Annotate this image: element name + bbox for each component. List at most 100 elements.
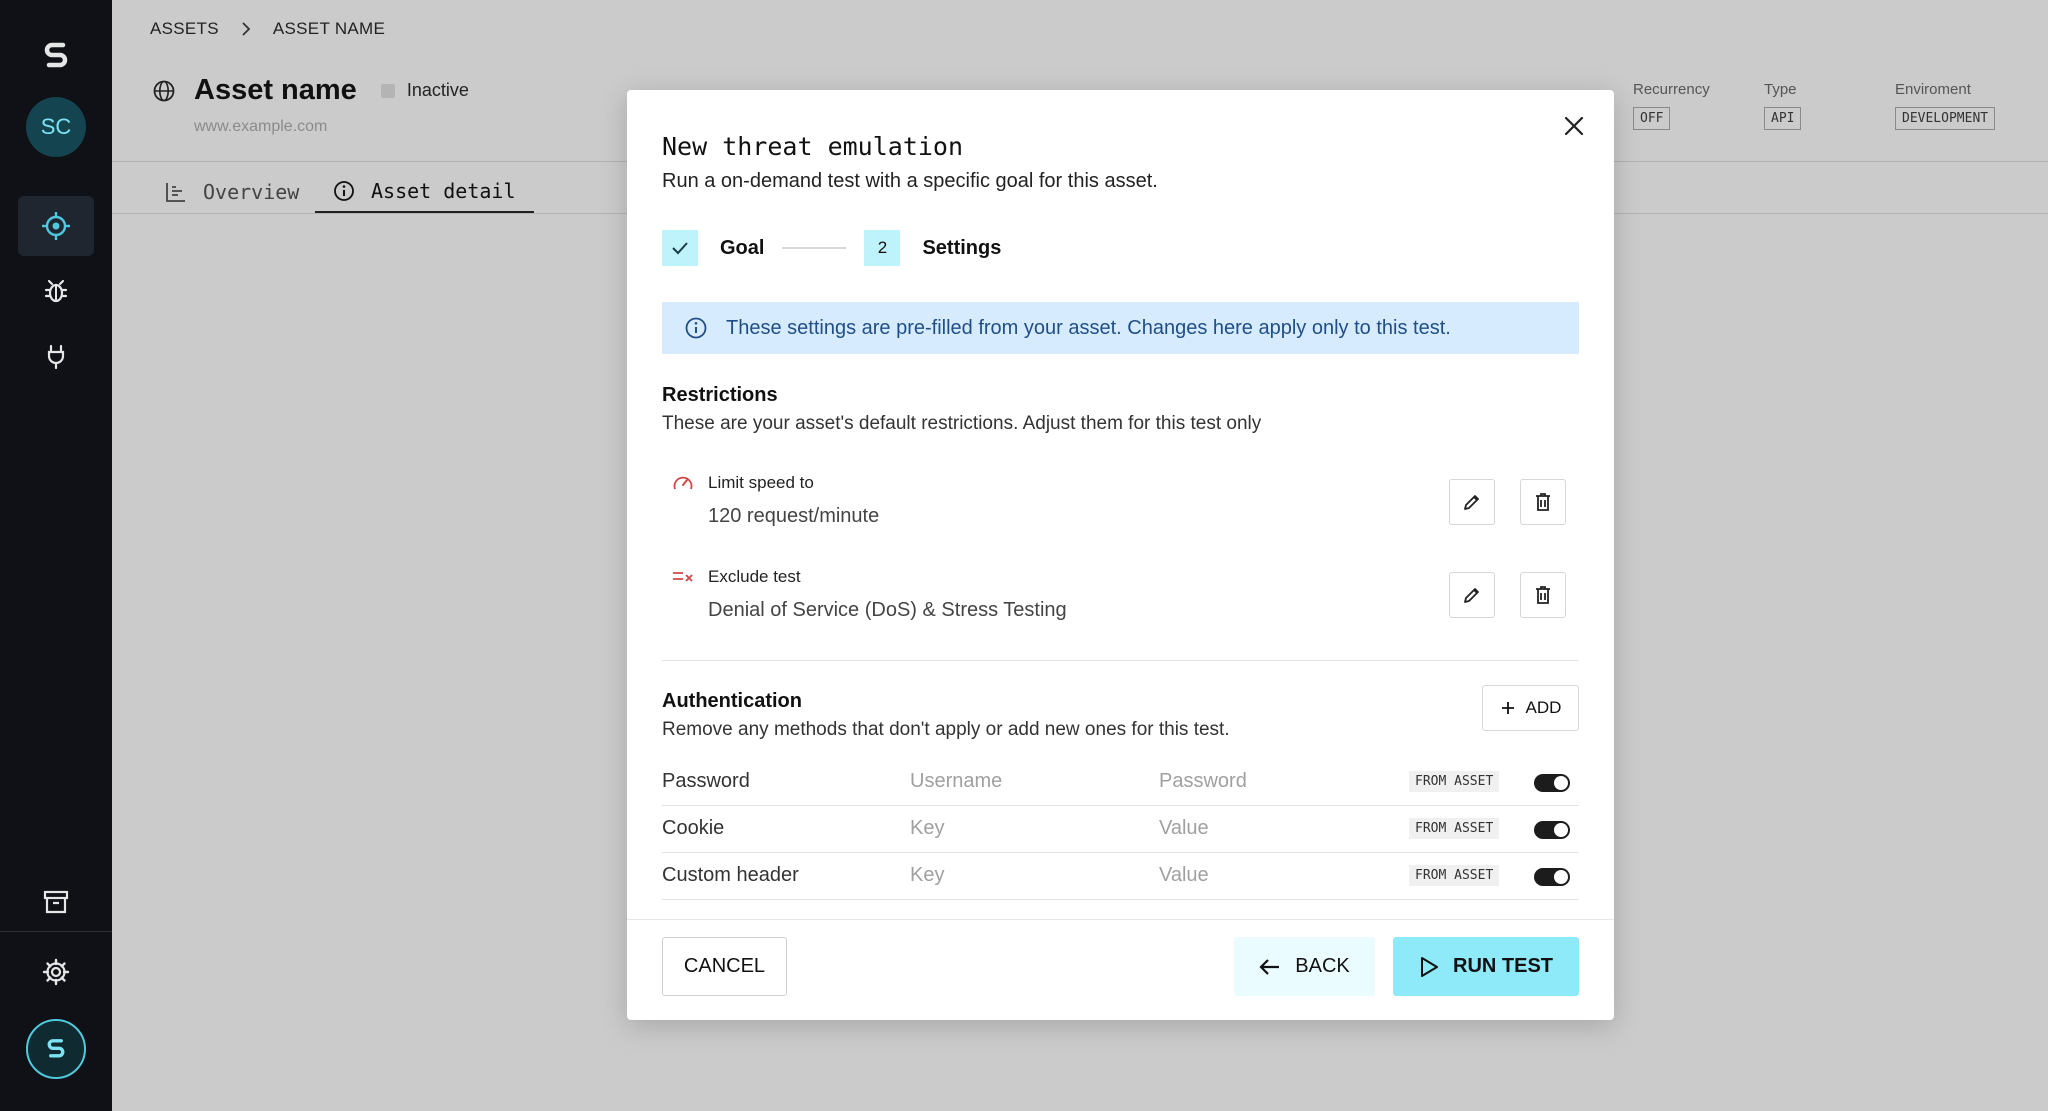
workspace-logo[interactable] xyxy=(26,1019,86,1079)
auth-toggle[interactable] xyxy=(1534,868,1570,886)
info-banner: These settings are pre-filled from your … xyxy=(662,302,1579,354)
plus-icon xyxy=(1501,702,1514,714)
globe-icon xyxy=(153,80,175,101)
auth-method: Cookie xyxy=(662,817,725,839)
trash-icon xyxy=(1536,493,1550,511)
meta-value: OFF xyxy=(1633,107,1671,130)
restriction-label: Limit speed to xyxy=(708,473,814,492)
add-auth-button[interactable]: ADD xyxy=(1482,685,1579,731)
meta-label: Enviroment xyxy=(1895,81,1971,98)
auth-field-1[interactable]: Key xyxy=(910,817,944,840)
restriction-value: 120 request/minute xyxy=(708,505,880,527)
back-label: BACK xyxy=(1295,955,1350,977)
step-goal-indicator[interactable] xyxy=(662,230,698,266)
authentication-title: Authentication xyxy=(662,690,802,712)
auth-toggle[interactable] xyxy=(1534,821,1570,839)
archive-icon xyxy=(43,890,69,914)
meta-label: Recurrency xyxy=(1633,81,1710,98)
close-icon xyxy=(1564,116,1584,136)
step-connector xyxy=(782,247,847,249)
plug-icon xyxy=(47,344,65,369)
run-test-label: RUN TEST xyxy=(1453,955,1553,977)
delete-speed-button[interactable] xyxy=(1520,479,1566,525)
bar-chart-icon xyxy=(166,183,185,202)
tab-label: Overview xyxy=(203,180,300,204)
footer-divider xyxy=(627,919,1614,920)
delete-exclusion-button[interactable] xyxy=(1520,572,1566,618)
meta-value: DEVELOPMENT xyxy=(1895,107,1996,130)
tab-asset-detail[interactable]: Asset detail xyxy=(315,170,534,214)
authentication-subtitle: Remove any methods that don't apply or a… xyxy=(662,719,1230,740)
asset-url: www.example.com xyxy=(194,118,328,135)
meta-type: Type API xyxy=(1764,81,1802,130)
target-icon xyxy=(42,212,70,240)
step-settings-label: Settings xyxy=(922,236,1002,259)
info-banner-text: These settings are pre-filled from your … xyxy=(726,316,1451,339)
meta-environment: Enviroment DEVELOPMENT xyxy=(1895,81,1996,130)
sidebar-item-targets[interactable] xyxy=(18,196,94,256)
cancel-button[interactable]: CANCEL xyxy=(662,937,787,996)
section-divider xyxy=(662,660,1579,661)
breadcrumb-item-assets[interactable]: ASSETS xyxy=(150,19,219,39)
bug-icon xyxy=(44,279,68,303)
auth-field-1[interactable]: Key xyxy=(910,864,944,887)
stepper: Goal 2 Settings xyxy=(662,230,1001,266)
meta-recurrency: Recurrency OFF xyxy=(1633,81,1710,130)
auth-toggle[interactable] xyxy=(1534,774,1570,792)
sidebar-item-settings[interactable] xyxy=(18,942,94,1002)
restriction-exclude-test: Exclude test Denial of Service (DoS) & S… xyxy=(672,567,1572,637)
sidebar-item-archive[interactable] xyxy=(18,872,94,932)
brand-logo-icon[interactable] xyxy=(36,36,76,76)
auth-field-2[interactable]: Value xyxy=(1159,864,1209,887)
pencil-icon xyxy=(1464,588,1479,603)
sidebar: SC xyxy=(0,0,112,1111)
edit-speed-button[interactable] xyxy=(1449,479,1495,525)
pencil-icon xyxy=(1464,495,1479,510)
info-icon xyxy=(334,180,354,201)
asset-header: Asset name Inactive xyxy=(152,74,469,107)
gear-icon xyxy=(42,958,70,986)
trash-icon xyxy=(1536,586,1550,604)
auth-method: Password xyxy=(662,770,750,792)
auth-row-custom-header: Custom header Key Value FROM ASSET xyxy=(662,853,1579,900)
modal-title: New threat emulation xyxy=(662,132,964,161)
add-auth-label: ADD xyxy=(1525,698,1562,717)
close-button[interactable] xyxy=(1556,108,1592,144)
info-icon xyxy=(685,317,707,339)
play-icon xyxy=(1421,956,1438,977)
brand-logo-icon xyxy=(47,1039,65,1058)
tab-label: Asset detail xyxy=(371,178,516,203)
restriction-label: Exclude test xyxy=(708,567,801,586)
sidebar-item-vulnerabilities[interactable] xyxy=(18,261,94,321)
from-asset-badge: FROM ASSET xyxy=(1409,865,1500,886)
sidebar-item-integrations[interactable] xyxy=(18,326,94,386)
modal-subtitle: Run a on-demand test with a specific goa… xyxy=(662,170,1158,192)
tab-overview[interactable]: Overview xyxy=(165,170,299,214)
meta-value: API xyxy=(1764,107,1802,130)
auth-row-cookie: Cookie Key Value FROM ASSET xyxy=(662,806,1579,853)
restrictions-subtitle: These are your asset's default restricti… xyxy=(662,413,1262,434)
auth-field-2[interactable]: Password xyxy=(1159,770,1247,793)
auth-field-1[interactable]: Username xyxy=(910,770,1002,793)
restriction-value: Denial of Service (DoS) & Stress Testing xyxy=(708,599,1067,621)
auth-field-2[interactable]: Value xyxy=(1159,817,1209,840)
avatar[interactable]: SC xyxy=(26,97,86,157)
back-button[interactable]: BACK xyxy=(1234,937,1375,996)
auth-method: Custom header xyxy=(662,864,799,886)
status-badge: Inactive xyxy=(406,80,469,100)
breadcrumb-item-asset-name: ASSET NAME xyxy=(272,19,386,38)
restrictions-title: Restrictions xyxy=(662,384,778,406)
restriction-label-row: Limit speed to xyxy=(672,473,814,493)
check-icon xyxy=(672,242,688,255)
speedometer-icon xyxy=(673,476,693,490)
exclude-list-icon xyxy=(673,572,693,582)
step-goal-label[interactable]: Goal xyxy=(720,237,764,260)
breadcrumb: ASSETS ASSET NAME xyxy=(150,19,385,39)
auth-row-password: Password Username Password FROM ASSET xyxy=(662,759,1579,806)
run-test-button[interactable]: RUN TEST xyxy=(1393,937,1579,996)
edit-exclusion-button[interactable] xyxy=(1449,572,1495,618)
threat-emulation-modal: New threat emulation Run a on-demand tes… xyxy=(627,90,1614,1020)
page-title: Asset name xyxy=(194,74,357,106)
from-asset-badge: FROM ASSET xyxy=(1409,818,1500,839)
chevron-right-icon xyxy=(242,22,251,36)
